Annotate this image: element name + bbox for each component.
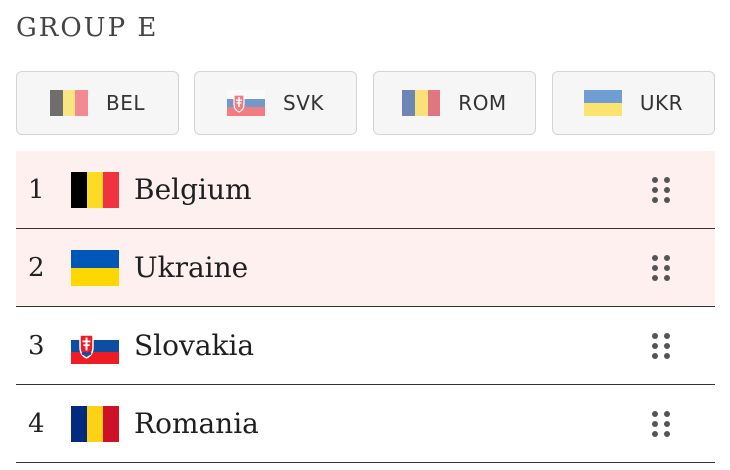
- ukraine-flag-icon: [71, 249, 119, 286]
- drag-handle-icon[interactable]: [652, 410, 670, 437]
- standings-row[interactable]: 3 Slovakia: [16, 307, 715, 385]
- team-name: Romania: [134, 407, 259, 440]
- standings-row[interactable]: 2 Ukraine: [16, 229, 715, 307]
- position-number: 1: [28, 174, 45, 205]
- chip-bel[interactable]: BEL: [16, 71, 179, 135]
- chip-rom[interactable]: ROM: [373, 71, 536, 135]
- drag-handle-icon[interactable]: [652, 254, 670, 281]
- belgium-flag-icon: [50, 90, 88, 116]
- belgium-flag-icon: [71, 171, 119, 208]
- position-number: 4: [28, 408, 45, 439]
- slovakia-flag-icon: [227, 90, 265, 116]
- drag-handle-icon[interactable]: [652, 332, 670, 359]
- chip-svk[interactable]: SVK: [194, 71, 357, 135]
- team-chip-row: BEL SVK ROM UKR: [16, 71, 715, 135]
- drag-handle-icon[interactable]: [652, 176, 670, 203]
- team-name: Ukraine: [134, 251, 249, 284]
- chip-label: ROM: [458, 91, 507, 115]
- standings-row[interactable]: 4 Romania: [16, 385, 715, 463]
- romania-flag-icon: [71, 405, 119, 442]
- group-title: GROUP E: [16, 13, 159, 43]
- standings-row[interactable]: 1 Belgium: [16, 151, 715, 229]
- slovakia-flag-icon: [71, 327, 119, 364]
- ukraine-flag-icon: [583, 90, 622, 116]
- position-number: 3: [28, 330, 45, 361]
- team-name: Slovakia: [134, 329, 255, 362]
- position-number: 2: [28, 252, 45, 283]
- chip-label: BEL: [106, 91, 145, 115]
- chip-label: SVK: [283, 91, 324, 115]
- team-name: Belgium: [134, 173, 252, 206]
- chip-ukr[interactable]: UKR: [552, 71, 715, 135]
- chip-label: UKR: [639, 91, 684, 115]
- standings-list: 1 Belgium 2 Ukraine 3 Slovakia 4 Romania: [16, 151, 715, 463]
- romania-flag-icon: [402, 90, 441, 116]
